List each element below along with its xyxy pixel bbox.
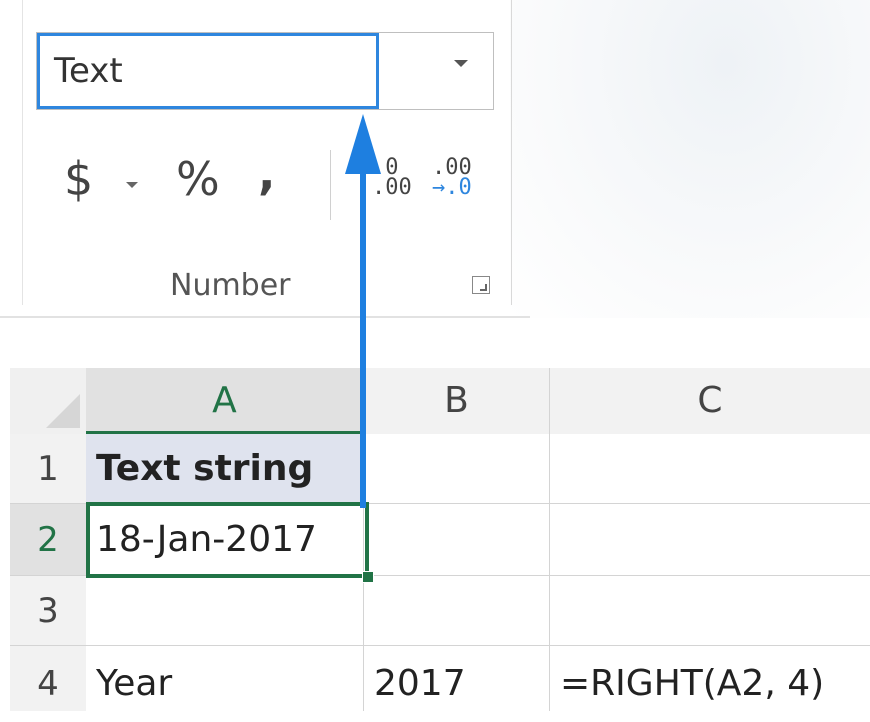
dialog-launcher-icon[interactable] [472,276,490,294]
ribbon-separator [330,150,331,220]
ribbon: Text $ % , .0 .00 .00 →.0 Number [0,0,870,318]
column-header-c[interactable]: C [550,368,870,434]
column-header-b[interactable]: B [364,368,550,434]
fill-handle[interactable] [362,571,374,583]
decrease-decimal-bottom: →.0 [432,175,472,200]
row-header-2[interactable]: 2 [10,504,86,576]
cell-c1[interactable] [550,434,870,504]
ribbon-background [510,0,870,318]
cell-b2[interactable] [364,504,550,576]
column-header-a[interactable]: A [86,368,364,434]
chevron-down-icon[interactable] [454,60,468,67]
cell-c2[interactable] [550,504,870,576]
currency-dropdown-arrow-icon[interactable] [126,182,138,188]
cell-b1[interactable] [364,434,550,504]
annotation-arrow-head-icon [345,114,381,174]
number-group-label: Number [170,268,291,303]
comma-style-button[interactable]: , [258,150,275,196]
cell-a3[interactable] [86,576,364,646]
active-cell-border [86,502,369,578]
cell-a1[interactable]: Text string [86,434,364,504]
group-divider-left [22,0,23,305]
group-divider-right [511,0,512,305]
row-header-1[interactable]: 1 [10,434,86,504]
cell-c4[interactable]: =RIGHT(A2, 4) [550,646,870,711]
percent-style-button[interactable]: % [176,156,220,202]
cell-c3[interactable] [550,576,870,646]
cell-b3[interactable] [364,576,550,646]
annotation-arrow-shaft [360,148,366,508]
currency-format-button[interactable]: $ [64,156,93,202]
ribbon-bottom-border [0,316,530,318]
increase-decimal-bottom: .00 [372,175,412,200]
cell-b4[interactable]: 2017 [364,646,550,711]
row-header-3[interactable]: 3 [10,576,86,646]
number-format-value[interactable]: Text [37,33,379,109]
select-all-corner[interactable] [10,368,86,434]
cell-a4[interactable]: Year [86,646,364,711]
row-header-4[interactable]: 4 [10,646,86,711]
decrease-decimal-button[interactable]: .00 →.0 [432,157,472,200]
